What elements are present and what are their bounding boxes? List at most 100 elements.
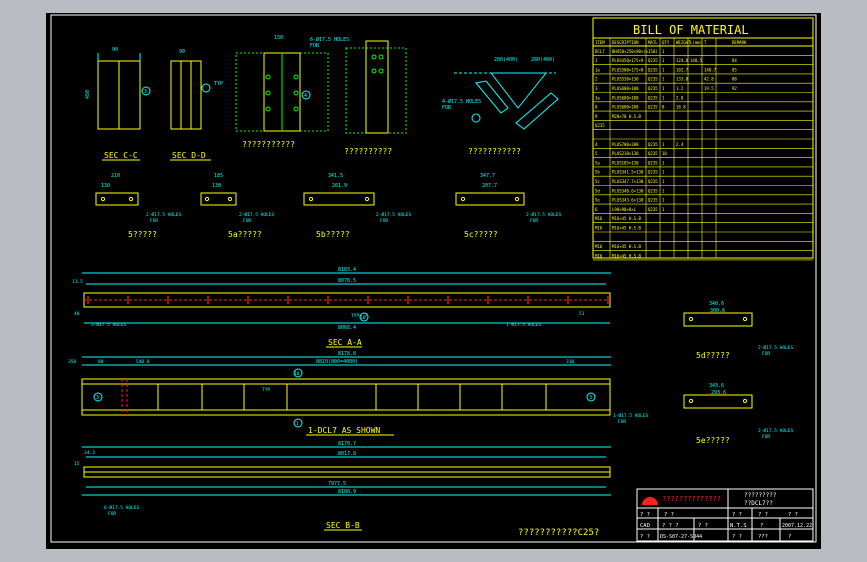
bom-table: BILL OF MATERIAL ITEM DESCRIPTION MATL QTY W…	[592, 17, 814, 261]
sec-aa-mark: 10	[360, 315, 366, 321]
plate-5-label: 5?????	[128, 230, 157, 239]
bom-cell: PLUS600×100	[612, 95, 639, 100]
bom-cell: PLUS530×130	[612, 77, 639, 82]
dcl7-mark-2: 3	[589, 395, 592, 401]
dcl7-title: 1-DCL7 AS SHOWN	[308, 426, 380, 435]
bom-cell: M16×45 H.S.B	[612, 216, 641, 221]
bom-cell: M20×70 H.S.B	[612, 114, 641, 119]
sec-bb-for: FOR	[108, 511, 116, 517]
bom-cell: M16	[595, 253, 603, 258]
plate-5e-label: 5e?????	[696, 436, 730, 445]
dcl7-dim-right: 310	[566, 359, 574, 365]
bom-cell: DCL7	[595, 49, 605, 54]
connection-view-a: 4 150 6-Ø17.5 HOLES FOR ???????????	[235, 35, 349, 149]
bom-cell: 10	[662, 151, 667, 156]
plate-5d: 340.6 300.6 2-Ø17.5 HOLES FOR 5d?????	[683, 301, 794, 360]
sec-dd-title: SEC D-D	[172, 151, 206, 160]
dcl7-mark-3: 10	[294, 371, 300, 377]
bom-row: 3a PLUS600×100 Q235 1 2.8	[595, 95, 684, 100]
bom-cell: PLUS340.6×130	[612, 188, 644, 193]
tb-r2-v4: ?	[760, 523, 763, 529]
bom-header-cell: WEIGHT	[676, 40, 691, 45]
sec-bb-inner: 8017.8	[338, 451, 356, 457]
bom-header-cell: L(mm)	[690, 40, 702, 45]
bom-cell: 1.2	[676, 86, 684, 91]
bom-cell: PLUS185×130	[612, 160, 639, 165]
tb-r2-v1: ? ? ?	[662, 523, 679, 529]
bom-cell: 3	[595, 86, 598, 91]
bom-cell: Q235	[648, 151, 658, 156]
plate-5-holes: 2-Ø17.5 HOLES	[146, 211, 182, 218]
tb-r3-v2: ? ?	[732, 534, 742, 540]
bom-cell: Q235	[595, 123, 605, 128]
bom-header-cell: MATL	[648, 40, 658, 45]
bom-cell: 1	[595, 58, 598, 63]
bom-cell: Q235	[648, 105, 658, 110]
sec-aa-inner: 8078.5	[338, 278, 356, 284]
sec-aa-dim-end: 51	[579, 311, 585, 317]
bom-header-cell: QTY	[662, 40, 670, 45]
connection-a-holes: 6-Ø17.5 HOLES	[310, 36, 349, 43]
connection-a-title: ???????????	[242, 140, 295, 149]
bom-cell: 1	[662, 170, 665, 175]
bom-cell: 6	[595, 207, 598, 212]
plate-5b-dim-in: 261.9	[332, 183, 347, 189]
connection-view-b: ??????????	[344, 40, 407, 156]
sec-cc-title: SEC C-C	[104, 151, 138, 160]
connection-c-title: ???????????	[468, 147, 521, 156]
bom-cell: 102.7	[676, 67, 689, 72]
tb-r3-v1: DS-S07-27-SO44	[660, 534, 702, 540]
cad-drawing: 90 450 3 SEC C-C 90 TYP SEC D-D 4 150 6-…	[50, 14, 817, 543]
bom-cell: 2	[595, 77, 598, 82]
bom-cell: 1	[662, 95, 665, 100]
bom-cell: 1a	[595, 67, 600, 72]
plate-5e-dim: 343.6	[709, 383, 724, 389]
tb-r1-v4: ? ?	[788, 512, 798, 518]
project-name: ?????????	[744, 492, 777, 499]
sec-aa-title: SEC A-A	[328, 338, 362, 347]
dcl7-overall: 8178.8	[338, 351, 356, 357]
bom-cell: Q235	[648, 58, 658, 63]
bom-title: BILL OF MATERIAL	[633, 23, 749, 37]
plate-5a-dim-in: 130	[212, 183, 221, 189]
plate-5a-for: FOR	[243, 218, 251, 224]
tb-r1-v2: ? ?	[732, 512, 742, 518]
tb-r1-v1: ? ?	[664, 512, 674, 518]
dcl7-elevation: 8178.8 8810(800=4000) 350 88 540.8 310 3…	[68, 351, 649, 436]
sec-dd-dim: 90	[179, 49, 185, 55]
bom-row: 5b PLUS341.5×130 Q235 1	[595, 170, 665, 175]
dcl7-typ: TYP	[262, 387, 270, 393]
connection-c-dim-right: 280(400)	[531, 57, 555, 63]
sec-dd-typ: TYP	[214, 81, 223, 87]
bom-cell: PLUS347.7×130	[612, 179, 644, 184]
bom-cell: L90×90×8×L	[612, 207, 637, 212]
bom-cell: 88	[732, 77, 737, 82]
sec-bb-bottom1: 7977.5	[328, 481, 346, 487]
dcl7-for: FOR	[618, 419, 626, 425]
plate-5: 210 130 2-Ø17.5 HOLES FOR 5?????	[95, 173, 182, 239]
bom-cell: M16×45 H.S.B	[612, 253, 641, 258]
bom-cell: M16	[595, 244, 603, 249]
bom-cell: 9	[595, 114, 598, 119]
sec-cc-view: 90 450 3 SEC C-C	[85, 47, 151, 161]
bom-cell: PLUS343.6×130	[612, 198, 644, 203]
bom-cell: 1	[662, 160, 665, 165]
bom-rows: DCL7 BH450×250×90×(×150) 1 1 PLUS450×175×9 Q2…	[593, 38, 813, 261]
dcl7-holes: 1-Ø17.5 HOLES	[613, 412, 649, 419]
bom-cell: 92	[732, 86, 737, 91]
bom-row: M16 M16×45 H.S.B	[595, 253, 641, 258]
bom-cell: M16	[595, 216, 603, 221]
bom-cell: 5b	[595, 170, 600, 175]
sec-aa-view: 8183.4 8078.5 TYP. 7 10 3-Ø17.5 HOLES 1-…	[72, 267, 611, 348]
tb-r1-v3: ? ?	[758, 512, 768, 518]
sec-aa-bottom-total: 8068.4	[338, 325, 356, 331]
bom-header-row: ITEM DESCRIPTION MATL QTY WEIGHT L(mm) T REMARK	[593, 40, 813, 47]
bom-cell: PLUS210×130	[612, 151, 639, 156]
bom-row: 6 L90×90×8×L Q235 1	[595, 207, 665, 212]
bom-header-cell: DESCRIPTION	[612, 40, 639, 45]
bom-cell: 2.4	[676, 142, 684, 147]
plate-5-for: FOR	[150, 218, 158, 224]
bom-cell: Q235	[648, 179, 658, 184]
dcl7-mark-1: 3	[96, 395, 99, 401]
bom-cell: 8	[662, 105, 665, 110]
